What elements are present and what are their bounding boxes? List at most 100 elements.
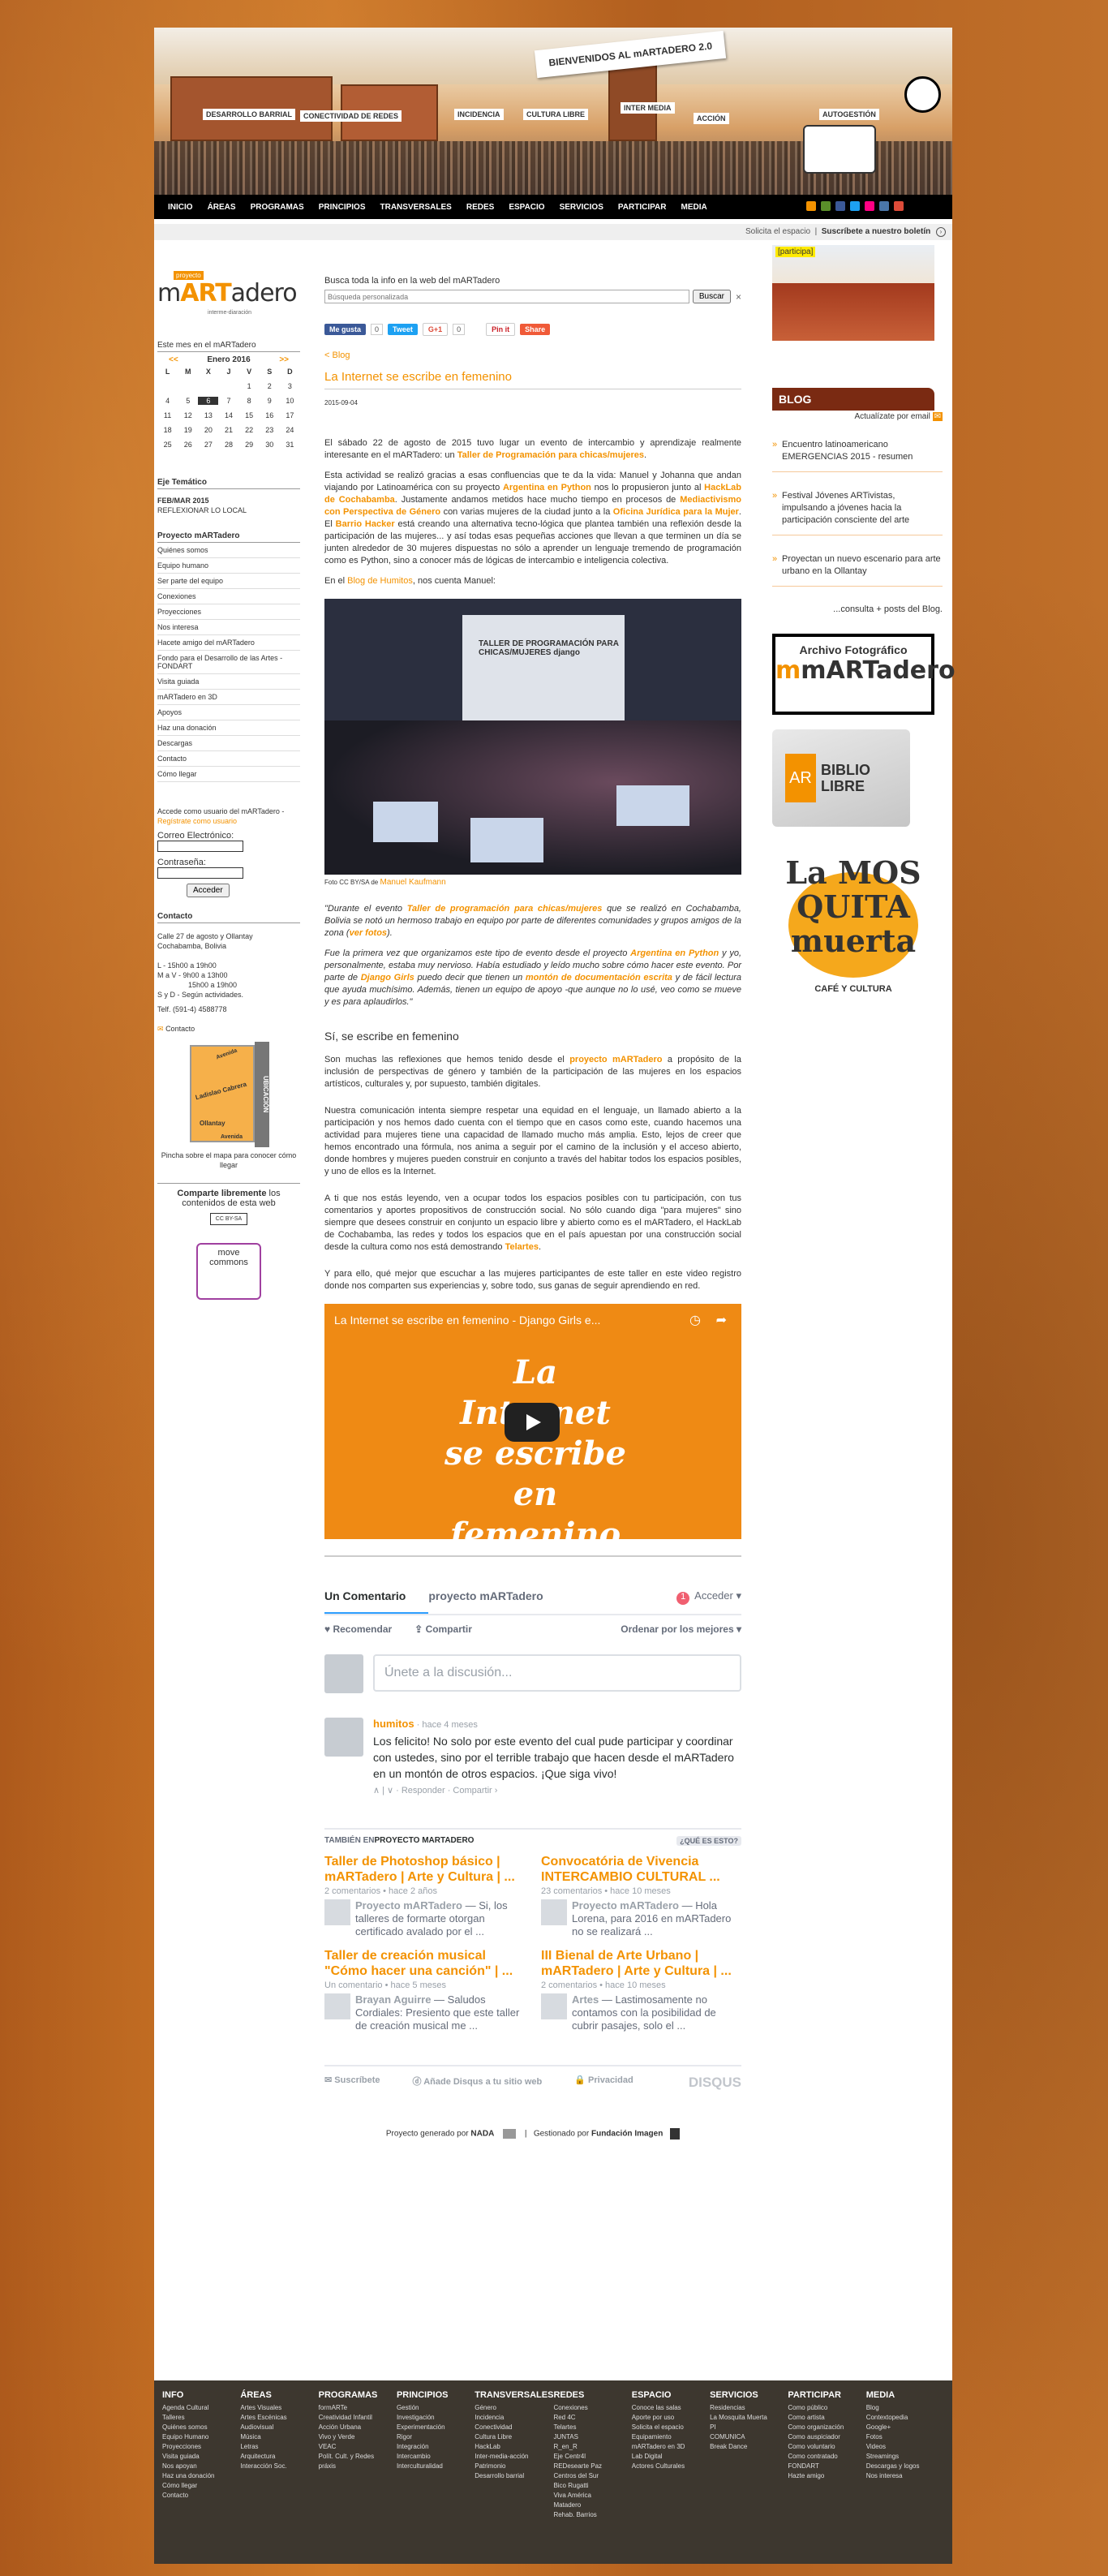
footer-link[interactable]: Polít. Cult. y Redes	[319, 2452, 397, 2462]
footer-link[interactable]: Como artista	[788, 2413, 865, 2423]
inline-link[interactable]: Oficina Jurídica para la Mujer	[613, 507, 739, 517]
inline-link[interactable]: Barrio Hacker	[336, 519, 395, 529]
calendar-day[interactable]: 28	[218, 441, 238, 449]
youtube-icon[interactable]	[894, 201, 904, 211]
footer-link[interactable]: Intercambio	[397, 2452, 475, 2462]
inline-link[interactable]: Blog de Humitos	[347, 576, 413, 586]
project-menu-item[interactable]: Quiénes somos	[157, 543, 300, 558]
calendar-day[interactable]: 29	[239, 441, 260, 449]
inline-link[interactable]: montón de documentación escrita	[526, 973, 672, 983]
participa-banner[interactable]: [participa]	[772, 245, 934, 341]
blog-post-link[interactable]: Encuentro latinoamericano EMERGENCIAS 20…	[772, 421, 943, 472]
blog-post-link[interactable]: Festival Jóvenes ARTivistas, impulsando …	[772, 472, 943, 535]
video-embed[interactable]: La Internet se escribe en femenino - Dja…	[324, 1304, 741, 1539]
eje-text[interactable]: REFLEXIONAR LO LOCAL	[157, 505, 300, 515]
twitter-icon[interactable]	[850, 201, 860, 211]
footer-link[interactable]: Blog	[866, 2403, 944, 2413]
login-text[interactable]: Acceder	[694, 1589, 733, 1602]
comment-input[interactable]: Únete a la discusión...	[373, 1654, 741, 1692]
tweet-button[interactable]: Tweet	[388, 324, 418, 335]
gplus-button[interactable]: G+1	[422, 323, 449, 336]
related-title[interactable]: Taller de creación musical "Cómo hacer u…	[324, 1948, 525, 1979]
calendar-day[interactable]: 8	[239, 397, 260, 405]
footer-link[interactable]: Cómo llegar	[162, 2481, 240, 2491]
search-button[interactable]: Buscar	[692, 290, 731, 303]
facebook-icon[interactable]	[835, 201, 845, 211]
related-title[interactable]: Convocatória de Vivencia INTERCAMBIO CUL…	[541, 1854, 741, 1885]
calendar-day[interactable]: 30	[260, 441, 280, 449]
back-link[interactable]: < Blog	[324, 350, 350, 360]
footer-link[interactable]: Audiovisual	[240, 2423, 318, 2432]
avatar[interactable]	[324, 1718, 363, 1757]
subscribe-link[interactable]: ✉ Suscríbete	[324, 2075, 380, 2091]
search-input[interactable]	[324, 290, 689, 303]
footer-link[interactable]: mARTadero en 3D	[632, 2442, 710, 2452]
related-snippet[interactable]: Proyecto mARTadero — Hola Lorena, para 2…	[541, 1899, 741, 1938]
fundacion-link[interactable]: Fundación Imagen	[591, 2130, 663, 2139]
footer-link[interactable]: Matadero	[553, 2501, 631, 2510]
nav-media[interactable]: MEDIA	[674, 203, 715, 212]
footer-link[interactable]: formARTe	[319, 2403, 397, 2413]
footer-link[interactable]: Google+	[866, 2423, 944, 2432]
nav-transversales[interactable]: TRANSVERSALES	[373, 203, 459, 212]
footer-link[interactable]: Incidencia	[475, 2413, 553, 2423]
share-arrow-icon[interactable]: ➦	[716, 1312, 727, 1328]
related-snippet[interactable]: Artes — Lastimosamente no contamos con l…	[541, 1993, 741, 2032]
footer-link[interactable]: R_en_R	[553, 2442, 631, 2452]
cc-badge[interactable]: CC BY-SA	[209, 1213, 248, 1225]
nav-inicio[interactable]: INICIO	[161, 203, 200, 212]
play-icon[interactable]	[505, 1403, 560, 1442]
footer-link[interactable]: REDesearte Paz	[553, 2462, 631, 2471]
calendar-day[interactable]: 10	[280, 397, 300, 405]
calendar-day[interactable]: 22	[239, 426, 260, 434]
project-menu-item[interactable]: Haz una donación	[157, 720, 300, 736]
footer-link[interactable]: Break Dance	[710, 2442, 788, 2452]
nav-participar[interactable]: PARTICIPAR	[611, 203, 674, 212]
footer-link[interactable]: Descargas y logos	[866, 2462, 944, 2471]
footer-link[interactable]: Equipamiento	[632, 2432, 710, 2442]
issuu-icon[interactable]	[821, 201, 831, 211]
login-button[interactable]: Acceder	[187, 884, 230, 897]
calendar-prev[interactable]: <<	[169, 355, 178, 364]
footer-link[interactable]: Investigación	[397, 2413, 475, 2423]
contact-link-text[interactable]: Contacto	[165, 1025, 195, 1033]
footer-link[interactable]: Nos apoyan	[162, 2462, 240, 2471]
footer-link[interactable]: Proyecciones	[162, 2442, 240, 2452]
inline-link[interactable]: Taller de programación para chicas/mujer…	[407, 904, 603, 914]
project-menu-item[interactable]: Cómo llegar	[157, 767, 300, 782]
footer-link[interactable]: Inter-media-acción	[475, 2452, 553, 2462]
related-snippet[interactable]: Brayan Aguirre — Saludos Cordiales: Pres…	[324, 1993, 525, 2032]
footer-link[interactable]: Hazte amigo	[788, 2471, 865, 2481]
footer-link[interactable]: Experimentación	[397, 2423, 475, 2432]
calendar-day[interactable]: 20	[198, 426, 218, 434]
caption-link[interactable]: Manuel Kaufmann	[380, 878, 445, 887]
nav-servicios[interactable]: SERVICIOS	[552, 203, 611, 212]
footer-link[interactable]: Lab Digital	[632, 2452, 710, 2462]
calendar-day[interactable]: 2	[260, 382, 280, 390]
calendar-day[interactable]: 5	[178, 397, 198, 405]
clear-icon[interactable]: ×	[736, 291, 741, 303]
nav-espacio[interactable]: ESPACIO	[501, 203, 552, 212]
calendar-day[interactable]: 12	[178, 411, 198, 419]
footer-link[interactable]: Arquitectura	[240, 2452, 318, 2462]
share-comments-button[interactable]: ⇪ Compartir	[414, 1623, 472, 1635]
also-provider[interactable]: PROYECTO MARTADERO	[374, 1836, 474, 1846]
blog-post-link[interactable]: Proyectan un nuevo escenario para arte u…	[772, 535, 943, 587]
footer-link[interactable]: Actores Culturales	[632, 2462, 710, 2471]
footer-heading[interactable]: INFO	[162, 2390, 240, 2400]
footer-link[interactable]: Gestión	[397, 2403, 475, 2413]
share-button[interactable]: Share	[520, 324, 551, 335]
blog-update-link[interactable]: Actualízate por email ✉	[772, 412, 943, 421]
footer-heading[interactable]: SERVICIOS	[710, 2390, 788, 2400]
workshop-photo[interactable]: TALLER DE PROGRAMACIÓN PARA CHICAS/MUJER…	[324, 599, 741, 875]
project-menu-item[interactable]: Apoyos	[157, 705, 300, 720]
calendar-day[interactable]: 7	[218, 397, 238, 405]
footer-heading[interactable]: PARTICIPAR	[788, 2390, 865, 2400]
password-field[interactable]	[157, 867, 243, 879]
footer-link[interactable]: JUNTAS	[553, 2432, 631, 2442]
inline-link[interactable]: proyecto mARTadero	[569, 1055, 662, 1064]
footer-link[interactable]: Desarrollo barrial	[475, 2471, 553, 2481]
calendar-day[interactable]: 6	[198, 397, 219, 405]
comment-actions[interactable]: ∧ | ∨ · Responder · Compartir ›	[373, 1785, 741, 1795]
project-menu-item[interactable]: Proyecciones	[157, 604, 300, 620]
